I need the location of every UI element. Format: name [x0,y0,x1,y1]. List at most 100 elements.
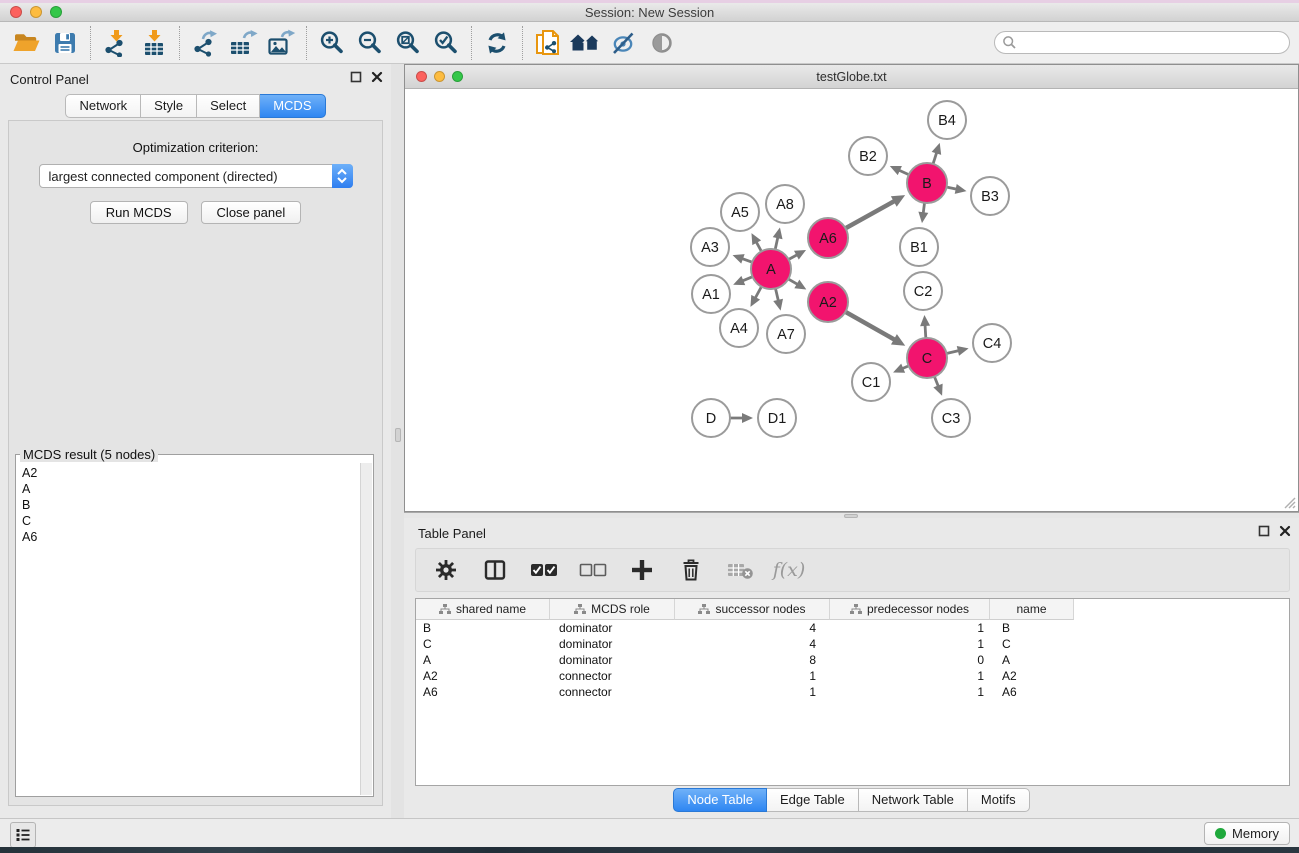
close-window-icon[interactable] [10,6,22,18]
tab-network[interactable]: Network [65,94,141,118]
result-item[interactable]: A [22,481,360,497]
cell-successor_nodes[interactable]: 4 [675,636,830,652]
close-panel-button[interactable]: Close panel [201,201,302,224]
close-panel-icon[interactable] [1279,525,1291,537]
cell-shared_name[interactable]: B [416,620,550,636]
cell-shared_name[interactable]: A2 [416,668,550,684]
cell-predecessor_nodes[interactable]: 1 [830,668,990,684]
cell-name[interactable]: A6 [990,684,1074,700]
split-panel-icon[interactable] [477,552,513,588]
divider-grip[interactable] [395,428,401,442]
tab-style[interactable]: Style [141,94,197,118]
cell-successor_nodes[interactable]: 8 [675,652,830,668]
memory-button[interactable]: Memory [1204,822,1290,845]
graph-node-A5[interactable]: A5 [721,193,759,231]
search-field[interactable] [994,31,1290,54]
graph-node-B1[interactable]: B1 [900,228,938,266]
cell-mcds_role[interactable]: dominator [550,636,675,652]
cell-name[interactable]: A [990,652,1074,668]
net-close-icon[interactable] [416,71,427,82]
graph-node-C1[interactable]: C1 [852,363,890,401]
close-panel-icon[interactable] [371,71,383,83]
net-minimize-icon[interactable] [434,71,445,82]
network-canvas-svg[interactable]: B4B2BB3A8A5A6A3B1AA1C2A2A4A7C4CC1C3DD1 [405,89,1298,511]
import-network-icon[interactable] [97,25,135,61]
graph-node-B[interactable]: B [907,163,947,203]
result-item[interactable]: A6 [22,529,360,545]
graph-node-B3[interactable]: B3 [971,177,1009,215]
graph-node-A3[interactable]: A3 [691,228,729,266]
run-mcds-button[interactable]: Run MCDS [90,201,188,224]
zoom-window-icon[interactable] [50,6,62,18]
table-row[interactable]: A6connector11A6 [416,684,1289,700]
cell-predecessor_nodes[interactable]: 0 [830,652,990,668]
graph-node-A7[interactable]: A7 [767,315,805,353]
graph-node-C2[interactable]: C2 [904,272,942,310]
cell-successor_nodes[interactable]: 1 [675,684,830,700]
criterion-select[interactable]: largest connected component (directed) [39,164,353,188]
cell-name[interactable]: A2 [990,668,1074,684]
result-item[interactable]: C [22,513,360,529]
first-neighbors-icon[interactable] [567,25,605,61]
column-header-predecessor-nodes[interactable]: predecessor nodes [830,599,990,620]
graph-node-A4[interactable]: A4 [720,309,758,347]
network-canvas[interactable]: B4B2BB3A8A5A6A3B1AA1C2A2A4A7C4CC1C3DD1 [405,89,1298,511]
result-item[interactable]: B [22,497,360,513]
vertical-split-divider[interactable] [391,64,404,818]
tab-motifs[interactable]: Motifs [968,788,1030,812]
mcds-result-list[interactable]: A2ABCA6 [17,463,360,795]
graph-node-A1[interactable]: A1 [692,275,730,313]
cell-shared_name[interactable]: A [416,652,550,668]
graph-node-D[interactable]: D [692,399,730,437]
cell-shared_name[interactable]: C [416,636,550,652]
column-header-shared-name[interactable]: shared name [416,599,550,620]
tab-select[interactable]: Select [197,94,260,118]
table-row[interactable]: Adominator80A [416,652,1289,668]
graph-node-C[interactable]: C [907,338,947,378]
result-scrollbar[interactable] [360,463,372,795]
export-table-icon[interactable] [224,25,262,61]
column-header-MCDS-role[interactable]: MCDS role [550,599,675,620]
graph-node-A8[interactable]: A8 [766,185,804,223]
zoom-selected-icon[interactable] [427,25,465,61]
tab-mcds[interactable]: MCDS [260,94,325,118]
graph-node-C3[interactable]: C3 [932,399,970,437]
graph-node-B4[interactable]: B4 [928,101,966,139]
table-settings-icon[interactable] [428,552,464,588]
deselect-all-checkboxes-icon[interactable] [575,552,611,588]
tab-edge-table[interactable]: Edge Table [767,788,859,812]
table-row[interactable]: A2connector11A2 [416,668,1289,684]
column-header-successor-nodes[interactable]: successor nodes [675,599,830,620]
zoom-out-icon[interactable] [351,25,389,61]
select-all-checkboxes-icon[interactable] [526,552,562,588]
delete-table-icon[interactable] [722,552,758,588]
cell-mcds_role[interactable]: dominator [550,620,675,636]
new-network-from-selection-icon[interactable] [529,25,567,61]
import-table-icon[interactable] [135,25,173,61]
cell-name[interactable]: B [990,620,1074,636]
cell-mcds_role[interactable]: connector [550,668,675,684]
tab-network-table[interactable]: Network Table [859,788,968,812]
cell-name[interactable]: C [990,636,1074,652]
graph-node-D1[interactable]: D1 [758,399,796,437]
column-header-name[interactable]: name [990,599,1074,620]
table-row[interactable]: Bdominator41B [416,620,1289,636]
open-session-icon[interactable] [8,25,46,61]
show-panels-button[interactable] [10,822,36,848]
delete-columns-icon[interactable] [673,552,709,588]
zoom-in-icon[interactable] [313,25,351,61]
search-input[interactable] [1021,34,1289,52]
hide-selected-icon[interactable] [605,25,643,61]
net-zoom-icon[interactable] [452,71,463,82]
apply-function-icon[interactable]: f(x) [771,552,807,588]
tab-node-table[interactable]: Node Table [673,788,767,812]
refresh-view-icon[interactable] [478,25,516,61]
cell-shared_name[interactable]: A6 [416,684,550,700]
graph-node-A[interactable]: A [751,249,791,289]
graph-node-A6[interactable]: A6 [808,218,848,258]
cell-mcds_role[interactable]: connector [550,684,675,700]
cell-successor_nodes[interactable]: 4 [675,620,830,636]
zoom-fit-icon[interactable] [389,25,427,61]
cell-predecessor_nodes[interactable]: 1 [830,620,990,636]
cell-successor_nodes[interactable]: 1 [675,668,830,684]
